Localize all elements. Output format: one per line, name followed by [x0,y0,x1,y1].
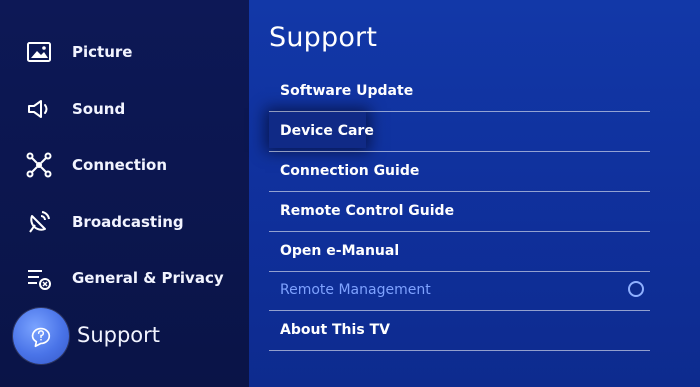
menu-item-remote-control-guide[interactable]: Remote Control Guide [269,191,650,232]
speaker-icon [24,94,54,124]
menu-item-label: About This TV [280,322,390,338]
settings-sidebar: Picture Sound Connection Broadcasting Ge… [0,0,249,387]
menu-item-open-e-manual[interactable]: Open e-Manual [269,231,650,272]
menu-item-label: Device Care [280,123,374,139]
menu-item-software-update[interactable]: Software Update [269,71,650,112]
sidebar-item-sound[interactable]: Sound [0,87,249,131]
sidebar-item-broadcasting[interactable]: Broadcasting [0,200,249,244]
sidebar-item-label: Picture [72,43,133,61]
menu-item-label: Open e-Manual [280,243,400,259]
menu-item-device-care[interactable]: Device Care [269,111,650,152]
satellite-dish-icon [24,207,54,237]
sidebar-item-label: Support [77,323,161,347]
sidebar-item-support[interactable]: Support [0,308,249,364]
picture-icon [24,37,54,67]
general-privacy-icon [24,263,54,293]
page-title: Support [269,22,378,53]
menu-item-label: Software Update [280,83,414,99]
support-bubble-icon [13,308,69,364]
menu-item-label: Remote Control Guide [280,203,455,219]
menu-item-connection-guide[interactable]: Connection Guide [269,151,650,192]
menu-item-label: Remote Management [280,282,431,298]
sidebar-item-picture[interactable]: Picture [0,30,249,74]
support-panel: Support Software Update Device Care Conn… [249,0,700,387]
sidebar-item-label: General & Privacy [72,269,224,287]
sidebar-item-label: Sound [72,100,126,118]
sidebar-item-connection[interactable]: Connection [0,143,249,187]
sidebar-item-label: Connection [72,156,168,174]
remote-management-toggle[interactable] [628,281,644,297]
sidebar-item-label: Broadcasting [72,213,184,231]
menu-item-about-this-tv[interactable]: About This TV [269,310,650,351]
menu-item-label: Connection Guide [280,163,420,179]
sidebar-item-general-privacy[interactable]: General & Privacy [0,256,249,300]
menu-item-remote-management[interactable]: Remote Management [269,270,650,311]
connection-icon [24,150,54,180]
